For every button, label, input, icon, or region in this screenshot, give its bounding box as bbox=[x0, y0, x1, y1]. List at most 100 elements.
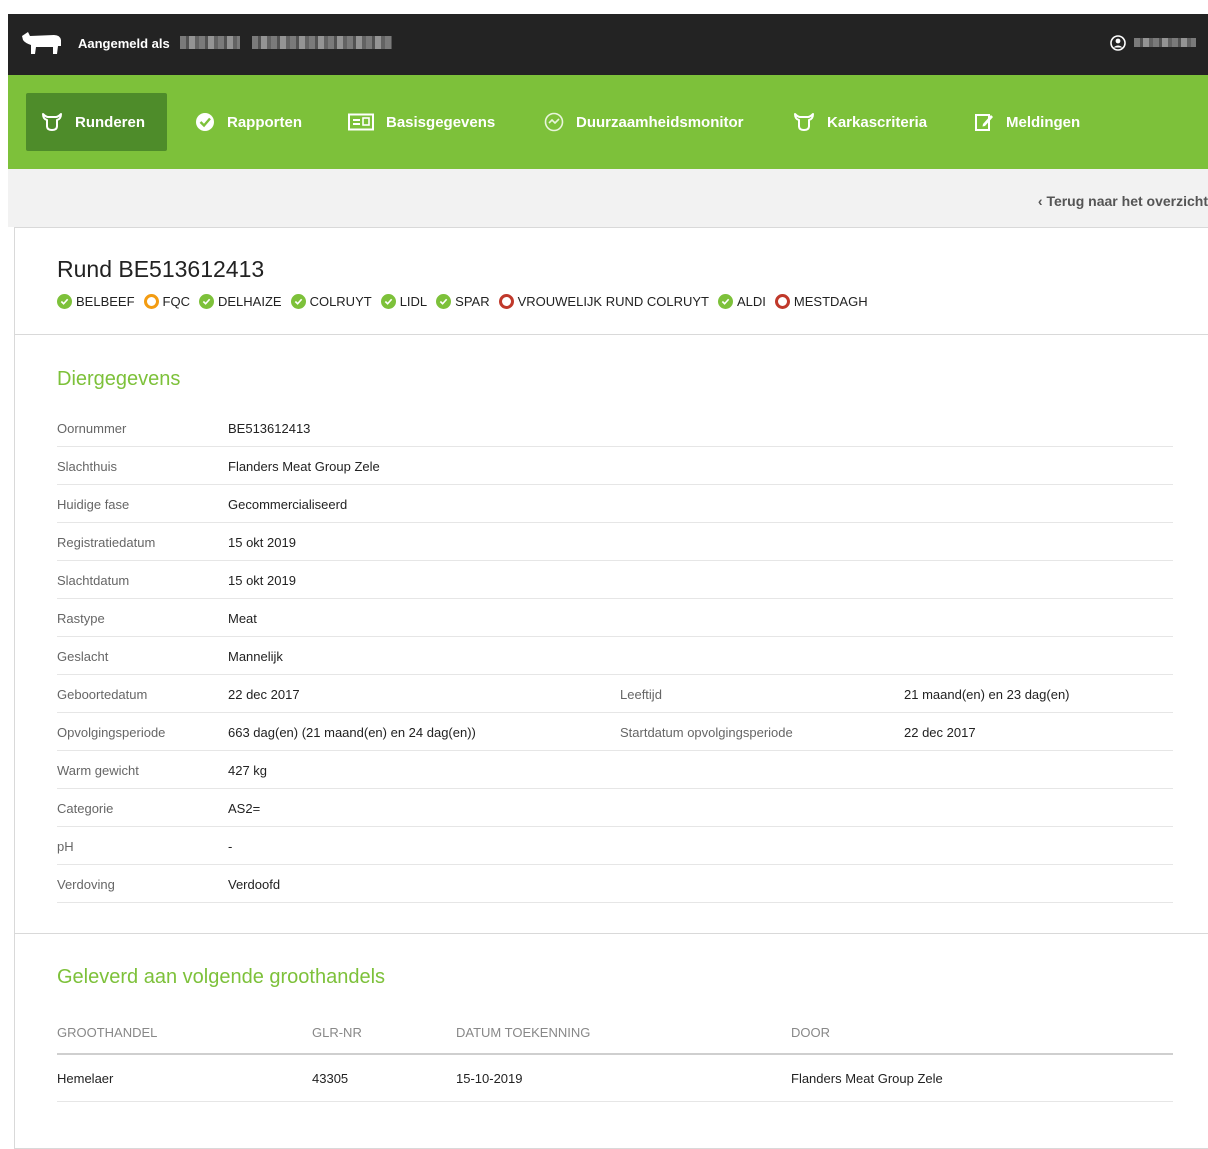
field-value: 663 dag(en) (21 maand(en) en 24 dag(en)) bbox=[228, 725, 476, 740]
field-label: Verdoving bbox=[57, 877, 115, 892]
label-badge: MESTDAGH bbox=[774, 294, 868, 309]
field-label: Registratiedatum bbox=[57, 535, 156, 550]
field-label: Oornummer bbox=[57, 421, 127, 436]
cow-head-icon bbox=[42, 113, 62, 131]
field-value: 15 okt 2019 bbox=[228, 573, 296, 588]
check-circle-icon bbox=[380, 294, 396, 309]
nav-label: Runderen bbox=[75, 113, 146, 131]
field-label: Slachtdatum bbox=[57, 573, 130, 588]
label-name: FQC bbox=[162, 294, 190, 309]
table-row: Slachtdatum 15 okt 2019 bbox=[57, 561, 1173, 599]
field-label: Warm gewicht bbox=[57, 763, 139, 778]
back-link-label: Terug naar het overzicht bbox=[1046, 193, 1208, 209]
user-menu[interactable] bbox=[1110, 34, 1198, 54]
page-title: Rund BE513612413 bbox=[57, 256, 265, 282]
field-label: Leeftijd bbox=[620, 687, 662, 702]
field-value: 427 kg bbox=[228, 763, 268, 778]
wholesalers-table: GROOTHANDEL GLR-NR DATUM TOEKENNING DOOR… bbox=[57, 1017, 1173, 1102]
details-section-title: Diergegevens bbox=[57, 368, 181, 390]
fail-circle-icon bbox=[498, 294, 514, 309]
pending-circle-icon bbox=[143, 294, 159, 309]
label-name: MESTDAGH bbox=[793, 294, 868, 309]
nav-meldingen[interactable]: Meldingen bbox=[974, 93, 1080, 151]
check-circle-icon bbox=[290, 294, 306, 309]
column-header: GLR-NR bbox=[312, 1025, 362, 1040]
label-badge: SPAR bbox=[436, 294, 490, 309]
table-row: Warm gewicht 427 kg bbox=[57, 751, 1173, 789]
column-header: GROOTHANDEL bbox=[57, 1025, 158, 1040]
table-row: Registratiedatum 15 okt 2019 bbox=[57, 523, 1173, 561]
label-badge: VROUWELIJK RUND COLRUYT bbox=[498, 294, 710, 309]
nav-karkascriteria[interactable]: Karkascriteria bbox=[793, 93, 927, 151]
top-bar: Aangemeld als bbox=[8, 14, 1208, 75]
logged-in-label: Aangemeld als bbox=[78, 36, 170, 51]
nav-label: Basisgegevens bbox=[386, 113, 496, 131]
label-badge: LIDL bbox=[380, 294, 428, 309]
field-value: 22 dec 2017 bbox=[228, 687, 300, 702]
company-name-redacted bbox=[252, 36, 392, 49]
label-name: BELBEEF bbox=[76, 294, 135, 309]
table-row: Slachthuis Flanders Meat Group Zele bbox=[57, 447, 1173, 485]
field-label: Rastype bbox=[57, 611, 105, 626]
details-table: Oornummer BE513612413 Slachthuis Flanders … bbox=[57, 409, 1173, 903]
check-circle-icon bbox=[198, 294, 214, 309]
table-row: pH - bbox=[57, 827, 1173, 865]
label-name: VROUWELIJK RUND COLRUYT bbox=[517, 294, 710, 309]
table-row: Verdoving Verdoofd bbox=[57, 865, 1173, 903]
nav-label: Meldingen bbox=[1006, 113, 1081, 131]
cow-head-icon bbox=[794, 113, 814, 131]
field-label: Startdatum opvolgingsperiode bbox=[620, 725, 793, 740]
field-value: Mannelijk bbox=[228, 649, 283, 664]
field-value: 22 dec 2017 bbox=[904, 725, 976, 740]
label-badge: DELHAIZE bbox=[198, 294, 282, 309]
column-header: DATUM TOEKENNING bbox=[456, 1025, 591, 1040]
nav-runderen[interactable]: Runderen bbox=[26, 93, 167, 151]
id-card-icon bbox=[348, 113, 374, 131]
field-value: 21 maand(en) en 23 dag(en) bbox=[904, 687, 1070, 702]
table-header: GROOTHANDEL GLR-NR DATUM TOEKENNING DOOR bbox=[57, 1017, 1173, 1055]
user-icon bbox=[1110, 35, 1126, 51]
table-row: Opvolgingsperiode 663 dag(en) (21 maand(e… bbox=[57, 713, 1173, 751]
nav-rapporten[interactable]: Rapporten bbox=[195, 93, 302, 151]
table-row: Geboortedatum 22 dec 2017 Leeftijd 21 maand… bbox=[57, 675, 1173, 713]
table-cell: Hemelaer bbox=[57, 1071, 114, 1086]
back-to-overview-link[interactable]: ‹ Terug naar het overzicht bbox=[1038, 193, 1208, 209]
field-label: Categorie bbox=[57, 801, 114, 816]
table-cell: Flanders Meat Group Zele bbox=[791, 1071, 943, 1086]
check-circle-icon bbox=[436, 294, 452, 309]
field-label: Slachthuis bbox=[57, 459, 117, 474]
quality-labels: BELBEEF FQC DELHAIZE COLRUYT LIDL SPAR V… bbox=[57, 294, 877, 309]
user-name-redacted bbox=[180, 36, 240, 49]
nav-duurzaamheidsmonitor[interactable]: Duurzaamheidsmonitor bbox=[544, 93, 744, 151]
table-row: Huidige fase Gecommercialiseerd bbox=[57, 485, 1173, 523]
check-circle-icon bbox=[57, 294, 72, 309]
label-name: LIDL bbox=[399, 294, 428, 309]
table-row: Oornummer BE513612413 bbox=[57, 409, 1173, 447]
label-name: SPAR bbox=[455, 294, 490, 309]
section-divider bbox=[15, 933, 1208, 934]
check-circle-icon bbox=[196, 113, 214, 131]
label-badge: ALDI bbox=[718, 294, 766, 309]
label-name: DELHAIZE bbox=[217, 294, 282, 309]
check-circle-icon bbox=[718, 294, 734, 309]
label-badge: FQC bbox=[143, 294, 190, 309]
table-row: Geslacht Mannelijk bbox=[57, 637, 1173, 675]
field-value: Verdoofd bbox=[228, 877, 281, 892]
table-row: Hemelaer 43305 15-10-2019 Flanders Meat … bbox=[57, 1055, 1173, 1102]
field-value: BE513612413 bbox=[228, 421, 311, 436]
field-value: AS2= bbox=[228, 801, 261, 816]
field-value: - bbox=[228, 839, 233, 854]
field-label: Opvolgingsperiode bbox=[57, 725, 166, 740]
animal-panel: Rund BE513612413 BELBEEF FQC DELHAIZE CO… bbox=[14, 227, 1208, 1149]
table-cell: 43305 bbox=[312, 1071, 349, 1086]
nav-basisgegevens[interactable]: Basisgegevens bbox=[348, 93, 495, 151]
field-label: Geboortedatum bbox=[57, 687, 148, 702]
label-name: ALDI bbox=[737, 294, 766, 309]
label-name: COLRUYT bbox=[309, 294, 372, 309]
nav-label: Karkascriteria bbox=[827, 113, 928, 131]
fail-circle-icon bbox=[774, 294, 790, 309]
field-label: pH bbox=[57, 839, 74, 854]
label-badge: COLRUYT bbox=[290, 294, 372, 309]
section-divider bbox=[15, 334, 1208, 335]
table-cell: 15-10-2019 bbox=[456, 1071, 523, 1086]
